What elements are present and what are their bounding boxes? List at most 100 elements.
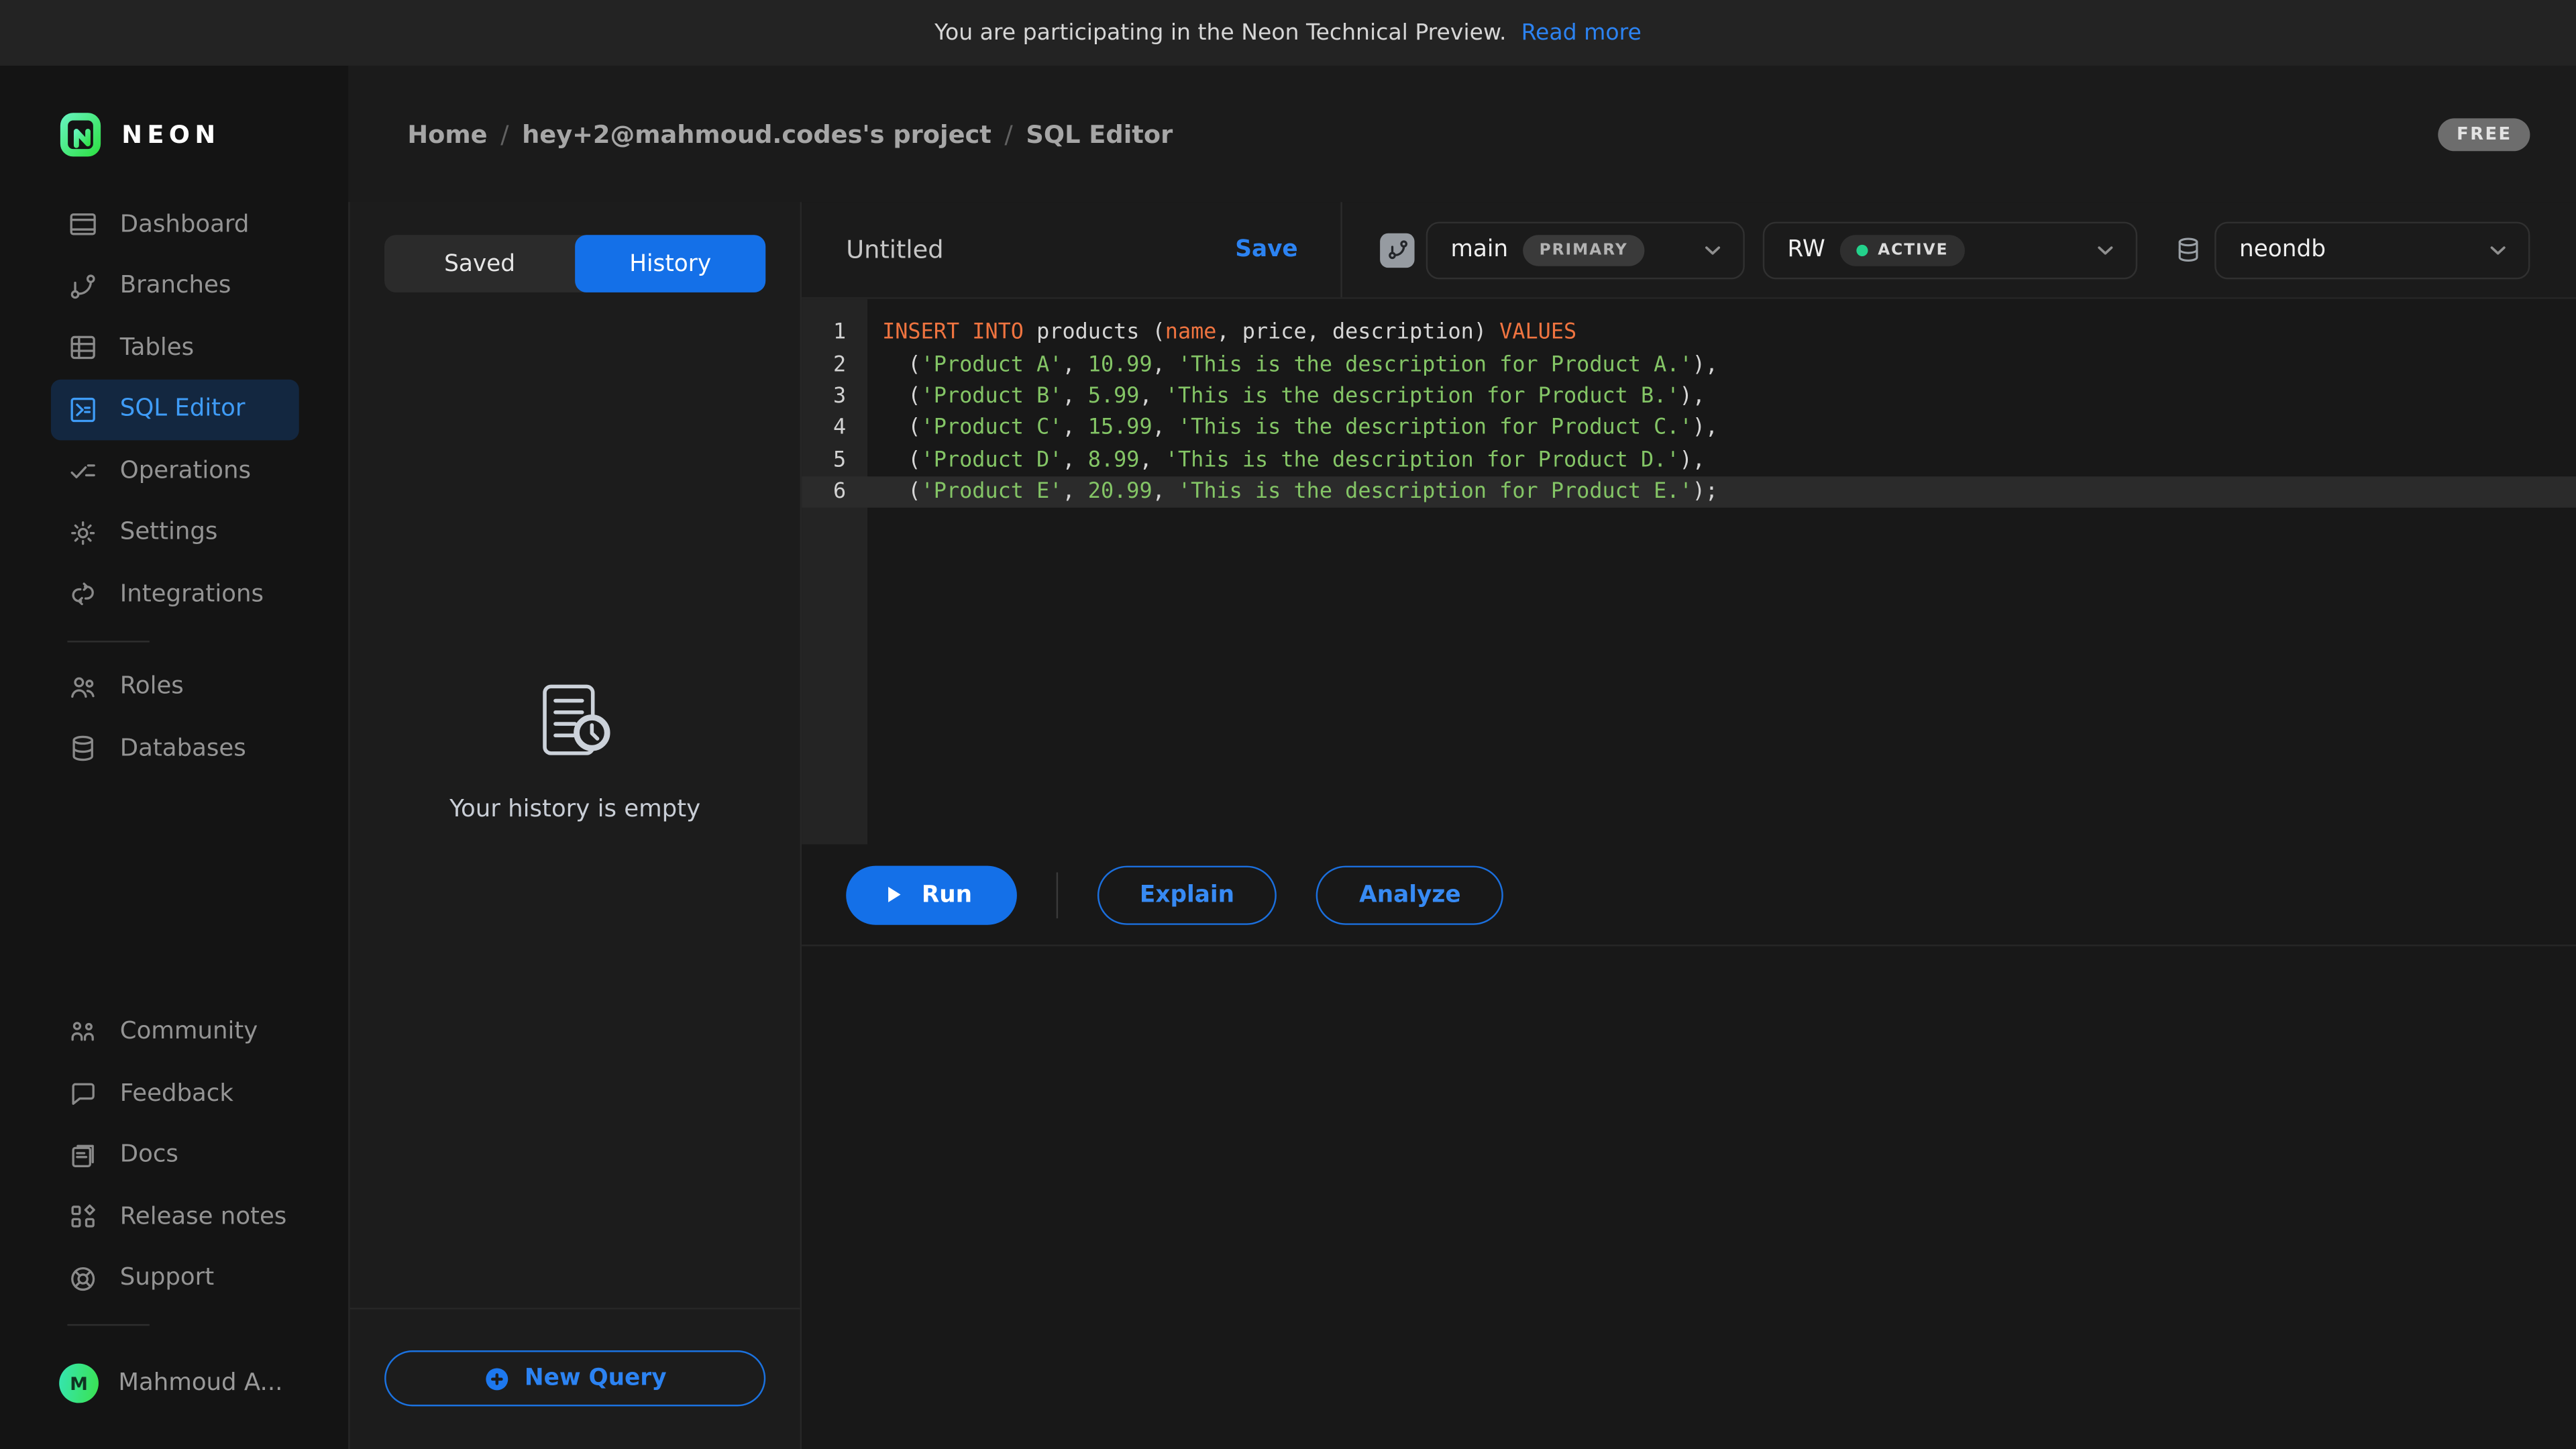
chevron-down-icon bbox=[2485, 237, 2510, 262]
sidebar-item-settings[interactable]: Settings bbox=[51, 502, 299, 564]
line-number: 6 bbox=[802, 480, 867, 504]
run-button[interactable]: Run bbox=[846, 865, 1016, 924]
sidebar: NEON Dashboard Branches Tables SQL Editor Op… bbox=[0, 66, 348, 1449]
actions-divider bbox=[1056, 871, 1057, 918]
avatar: M bbox=[59, 1364, 99, 1403]
sidebar-item-docs[interactable]: Docs bbox=[51, 1124, 299, 1186]
sidebar-item-sql-editor[interactable]: SQL Editor bbox=[51, 378, 299, 440]
code-line-5[interactable]: 5 ('Product D', 8.99, 'This is the descr… bbox=[802, 445, 2576, 476]
sidebar-item-label: SQL Editor bbox=[120, 396, 246, 423]
history-empty-icon bbox=[532, 678, 617, 763]
banner-text: You are participating in the Neon Techni… bbox=[934, 19, 1506, 46]
neon-console: You are participating in the Neon Techni… bbox=[0, 0, 2576, 1449]
query-title[interactable]: Untitled bbox=[846, 235, 943, 264]
line-number: 1 bbox=[802, 321, 867, 345]
database-name: neondb bbox=[2239, 237, 2326, 263]
database-icon bbox=[2174, 235, 2203, 264]
sql-icon bbox=[67, 394, 99, 425]
sidebar-item-tables[interactable]: Tables bbox=[51, 317, 299, 379]
sidebar-item-databases[interactable]: Databases bbox=[51, 718, 299, 780]
sidebar-nav-footer: Community Feedback Docs Release notes Suppor… bbox=[0, 1002, 348, 1309]
history-footer: New Query bbox=[350, 1307, 800, 1449]
support-icon bbox=[67, 1263, 99, 1295]
sidebar-item-label: Feedback bbox=[120, 1081, 233, 1107]
code-line-1[interactable]: 1INSERT INTO products (name, price, desc… bbox=[802, 317, 2576, 349]
sidebar-item-label: Integrations bbox=[120, 581, 264, 607]
code-text: ('Product D', 8.99, 'This is the descrip… bbox=[867, 448, 1705, 473]
active-status-dot bbox=[1856, 244, 1868, 256]
sidebar-item-label: Release notes bbox=[120, 1203, 287, 1230]
code-line-2[interactable]: 2 ('Product A', 10.99, 'This is the desc… bbox=[802, 349, 2576, 380]
history-panel: SavedHistory Your history is em bbox=[348, 202, 802, 1449]
new-query-label: New Query bbox=[525, 1365, 667, 1391]
sidebar-item-release-notes[interactable]: Release notes bbox=[51, 1186, 299, 1248]
breadcrumb-item-1[interactable]: hey+2@mahmoud.codes's project bbox=[522, 119, 991, 149]
sidebar-item-operations[interactable]: Operations bbox=[51, 440, 299, 502]
line-number: 2 bbox=[802, 352, 867, 377]
line-number: 4 bbox=[802, 416, 867, 441]
sidebar-item-roles[interactable]: Roles bbox=[51, 656, 299, 718]
branch-select[interactable]: main PRIMARY bbox=[1426, 221, 1745, 278]
new-query-button[interactable]: New Query bbox=[384, 1350, 765, 1406]
sidebar-item-community[interactable]: Community bbox=[51, 1002, 299, 1063]
code-line-6[interactable]: 6 ('Product E', 20.99, 'This is the desc… bbox=[802, 476, 2576, 508]
explain-button[interactable]: Explain bbox=[1097, 865, 1277, 924]
endpoint-select[interactable]: RW ACTIVE bbox=[1763, 221, 2137, 278]
breadcrumb-item-2[interactable]: SQL Editor bbox=[1026, 119, 1173, 149]
roles-icon bbox=[67, 672, 99, 703]
technical-preview-banner: You are participating in the Neon Techni… bbox=[0, 0, 2576, 66]
breadcrumb: Home/hey+2@mahmoud.codes's project/SQL E… bbox=[407, 119, 1173, 149]
play-icon bbox=[881, 882, 906, 907]
sidebar-divider-bottom bbox=[67, 1324, 149, 1326]
branch-name: main bbox=[1450, 237, 1508, 263]
save-button[interactable]: Save bbox=[1235, 237, 1297, 263]
sidebar-item-label: Roles bbox=[120, 674, 184, 700]
sql-code-editor[interactable]: 1INSERT INTO products (name, price, desc… bbox=[802, 299, 2576, 845]
chevron-down-icon bbox=[2093, 237, 2118, 262]
integrations-icon bbox=[67, 579, 99, 610]
chevron-down-icon bbox=[1701, 237, 1725, 262]
sidebar-item-label: Docs bbox=[120, 1142, 178, 1169]
sidebar-nav-secondary: Roles Databases bbox=[0, 656, 348, 780]
page-header: Home/hey+2@mahmoud.codes's project/SQL E… bbox=[348, 66, 2576, 202]
neon-logo[interactable]: NEON bbox=[59, 112, 348, 158]
sidebar-item-dashboard[interactable]: Dashboard bbox=[51, 194, 299, 256]
primary-badge: PRIMARY bbox=[1523, 234, 1644, 266]
sidebar-item-label: Operations bbox=[120, 458, 251, 484]
code-line-4[interactable]: 4 ('Product C', 15.99, 'This is the desc… bbox=[802, 413, 2576, 444]
sidebar-item-integrations[interactable]: Integrations bbox=[51, 564, 299, 625]
databases-icon bbox=[67, 733, 99, 765]
user-menu[interactable]: M Mahmoud A... bbox=[59, 1364, 348, 1403]
branch-chip-icon bbox=[1380, 233, 1414, 267]
history-empty-text: Your history is empty bbox=[449, 797, 700, 823]
operations-icon bbox=[67, 455, 99, 487]
sidebar-item-label: Dashboard bbox=[120, 211, 250, 237]
sidebar-item-label: Databases bbox=[120, 736, 246, 762]
user-name: Mahmoud A... bbox=[118, 1370, 282, 1396]
breadcrumb-item-0[interactable]: Home bbox=[407, 119, 487, 149]
plan-badge: FREE bbox=[2438, 117, 2530, 150]
sidebar-divider bbox=[67, 640, 149, 641]
sidebar-item-label: Support bbox=[120, 1265, 214, 1291]
dashboard-icon bbox=[67, 209, 99, 241]
sidebar-item-support[interactable]: Support bbox=[51, 1248, 299, 1309]
sidebar-item-label: Branches bbox=[120, 273, 231, 299]
line-number: 5 bbox=[802, 448, 867, 473]
feedback-icon bbox=[67, 1078, 99, 1110]
code-text: ('Product E', 20.99, 'This is the descri… bbox=[867, 480, 1718, 504]
neon-wordmark: NEON bbox=[121, 120, 220, 150]
code-text: ('Product A', 10.99, 'This is the descri… bbox=[867, 352, 1718, 377]
sql-editor-panel: Untitled Save main PRIMARY bbox=[802, 202, 2576, 1449]
sidebar-item-label: Settings bbox=[120, 519, 218, 545]
code-line-3[interactable]: 3 ('Product B', 5.99, 'This is the descr… bbox=[802, 381, 2576, 413]
community-icon bbox=[67, 1016, 99, 1048]
sidebar-item-branches[interactable]: Branches bbox=[51, 256, 299, 317]
release-icon bbox=[67, 1201, 99, 1233]
database-select[interactable]: neondb bbox=[2214, 221, 2530, 278]
sidebar-item-label: Community bbox=[120, 1019, 258, 1045]
breadcrumb-separator: / bbox=[500, 119, 508, 149]
sidebar-item-feedback[interactable]: Feedback bbox=[51, 1063, 299, 1124]
analyze-button[interactable]: Analyze bbox=[1317, 865, 1504, 924]
header-divider bbox=[1340, 202, 1342, 297]
banner-read-more-link[interactable]: Read more bbox=[1521, 19, 1642, 46]
